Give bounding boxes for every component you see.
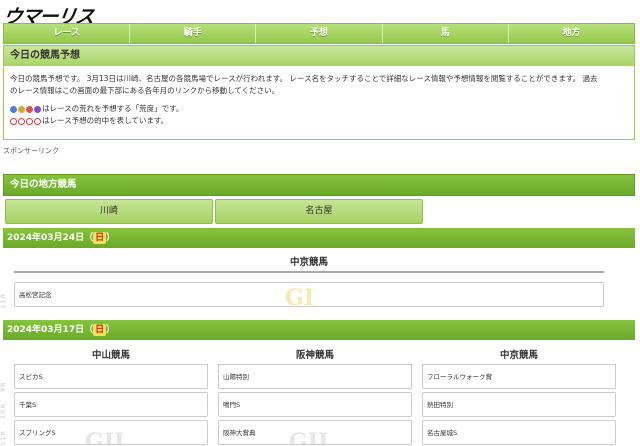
sponsor-label: スポンサーリンク bbox=[3, 147, 59, 155]
today-title: 今日の競馬予想 bbox=[3, 45, 635, 67]
nav-horse[interactable]: 馬 bbox=[381, 24, 508, 43]
race-name: フローラルウォーク賞 bbox=[427, 373, 492, 381]
date-label: 2024年03月24日 bbox=[7, 233, 85, 243]
race-name: 高松宮記念 bbox=[19, 291, 52, 299]
race-card[interactable]: 阪神大賞典 GII bbox=[218, 420, 412, 445]
nav-local[interactable]: 地方 bbox=[507, 24, 634, 43]
race-name: 熱田特別 bbox=[427, 401, 453, 409]
intro-text-1: 今日の競馬予想です。 3月13日は川崎、名古屋の各競馬場でレースが行われます。 … bbox=[10, 74, 598, 83]
race-card[interactable]: 鳴門S bbox=[218, 392, 412, 417]
day-of-week-badge: 日 bbox=[93, 324, 107, 336]
venue-title: 中京競馬 bbox=[14, 254, 604, 273]
hit-ring-icon bbox=[26, 117, 33, 125]
legend-roughness-text: はレースの荒れを予想する「荒度」です。 bbox=[42, 104, 184, 113]
nav-jockey[interactable]: 騎手 bbox=[129, 24, 255, 43]
region-button-kawasaki[interactable]: 川崎 bbox=[5, 199, 213, 224]
legend-hit: はレース予想の的中を表しています。 bbox=[10, 115, 628, 127]
roughness-chip-icon bbox=[10, 105, 17, 113]
race-name: スピカS bbox=[19, 373, 43, 381]
race-card[interactable]: スプリングS GII bbox=[14, 420, 208, 445]
date-label: 2024年03月17日 bbox=[7, 325, 85, 335]
day-of-week-badge: 日 bbox=[93, 232, 107, 244]
hit-ring-icon bbox=[34, 117, 41, 125]
race-name: 名古屋城S bbox=[427, 429, 458, 437]
roughness-chip-icon bbox=[18, 105, 25, 113]
race-number-mark: 11R bbox=[0, 430, 7, 446]
race-card[interactable]: スピカS bbox=[14, 364, 208, 389]
hit-ring-icon bbox=[18, 117, 25, 125]
hit-ring-icon bbox=[10, 117, 17, 125]
date-bar-1: 2024年03月24日（日） bbox=[3, 228, 635, 248]
local-title: 今日の地方競馬 bbox=[3, 174, 635, 196]
site-logo[interactable]: ウマーリス bbox=[2, 2, 96, 28]
grade-badge-icon: GII bbox=[289, 429, 329, 445]
race-number-mark: 11R bbox=[0, 293, 7, 309]
region-button-nagoya[interactable]: 名古屋 bbox=[215, 199, 423, 224]
race-card[interactable]: 千葉S bbox=[14, 392, 208, 417]
race-number-mark: 10R bbox=[0, 403, 7, 419]
race-card[interactable]: 熱田特別 bbox=[422, 392, 616, 417]
race-name: 鳴門S bbox=[223, 401, 241, 409]
nav-race[interactable]: レース bbox=[4, 24, 129, 43]
race-card[interactable]: 名古屋城S bbox=[422, 420, 616, 445]
nav-prediction[interactable]: 予想 bbox=[255, 24, 381, 43]
roughness-chip-icon bbox=[26, 105, 33, 113]
race-name: 山陽特別 bbox=[223, 373, 249, 381]
date-bar-2: 2024年03月17日（日） bbox=[3, 320, 635, 340]
intro-text-2: のレース情報はこの画面の最下部にある各年月のリンクから移動してください。 bbox=[10, 86, 280, 95]
legend-hit-text: はレース予想の的中を表しています。 bbox=[42, 116, 169, 125]
race-card[interactable]: 山陽特別 bbox=[218, 364, 412, 389]
race-name: 阪神大賞典 bbox=[223, 429, 256, 437]
grade-badge-icon: GI bbox=[285, 285, 315, 307]
race-card[interactable]: 高松宮記念 GI bbox=[14, 282, 604, 307]
roughness-chip-icon bbox=[34, 105, 41, 113]
legend-roughness: はレースの荒れを予想する「荒度」です。 bbox=[10, 103, 628, 115]
intro-box: 今日の競馬予想です。 3月13日は川崎、名古屋の各競馬場でレースが行われます。 … bbox=[3, 66, 635, 140]
main-nav: レース 騎手 予想 馬 地方 bbox=[3, 23, 635, 44]
race-card[interactable]: フローラルウォーク賞 bbox=[422, 364, 616, 389]
race-name: 千葉S bbox=[19, 401, 37, 409]
race-name: スプリングS bbox=[19, 429, 56, 437]
race-number-mark: 9R bbox=[0, 381, 7, 392]
grade-badge-icon: GII bbox=[85, 429, 125, 445]
